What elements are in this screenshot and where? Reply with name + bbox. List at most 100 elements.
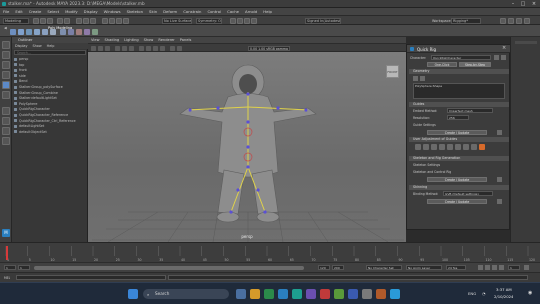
panels-menu[interactable]: Panels — [180, 38, 192, 42]
menu-control[interactable]: Control — [207, 9, 221, 14]
language-indicator[interactable]: ENG — [468, 291, 476, 296]
outliner-menu-display[interactable]: Display — [15, 43, 28, 49]
wifi-icon[interactable]: ◔ — [482, 291, 486, 296]
guides-delete-icon[interactable] — [497, 130, 502, 135]
poly-sphere-icon[interactable] — [10, 29, 16, 35]
save-scene-icon[interactable] — [47, 17, 53, 24]
current-frame-field[interactable]: 1 — [508, 265, 520, 270]
menu-deform[interactable]: Deform — [163, 9, 177, 14]
modeling-toolkit-icon[interactable] — [500, 17, 506, 24]
app-icon[interactable] — [376, 289, 386, 299]
hypershade-icon[interactable] — [251, 17, 257, 24]
menu-select[interactable]: Select — [47, 9, 59, 14]
close-icon[interactable]: × — [529, 1, 539, 7]
skinning-section[interactable]: Skinning — [409, 185, 509, 190]
poly-plane-icon[interactable] — [50, 29, 56, 35]
shelf-tab-curves[interactable]: ◀ — [4, 26, 7, 30]
delete-character-icon[interactable] — [501, 55, 506, 60]
outliner-layout-icon[interactable] — [2, 127, 10, 135]
menu-display[interactable]: Display — [84, 9, 98, 14]
select-object-icon[interactable] — [83, 17, 89, 24]
notifications-icon[interactable]: ◉ — [528, 290, 532, 296]
symmetry-dropdown[interactable]: Symmetry: Off — [196, 17, 222, 24]
ipr-render-icon[interactable] — [237, 17, 243, 24]
lighting-menu[interactable]: Lighting — [124, 38, 139, 42]
range-start-field[interactable]: 1 — [18, 265, 30, 270]
bevel-icon[interactable] — [92, 29, 98, 35]
grid-toggle-icon[interactable] — [115, 45, 120, 51]
poly-torus-icon[interactable] — [42, 29, 48, 35]
view-cube[interactable]: FRONT — [386, 65, 399, 78]
binding-method-dropdown[interactable]: GVB (Default settings) — [443, 191, 493, 196]
embed-method-dropdown[interactable]: Imperfect mesh — [447, 108, 493, 113]
skeleton-settings-toggle[interactable]: Skeleton Settings — [413, 163, 440, 167]
workspace-dropdown[interactable]: Rigging* — [451, 17, 481, 24]
align-guides-icon[interactable] — [463, 144, 469, 150]
menu-arnold[interactable]: Arnold — [245, 9, 257, 14]
channel-box-icon[interactable] — [524, 17, 530, 24]
menu-skeleton[interactable]: Skeleton — [127, 9, 143, 14]
start-frame-field[interactable]: 1 — [4, 265, 16, 270]
step-back-icon[interactable] — [485, 265, 490, 270]
render-icon[interactable] — [230, 17, 236, 24]
attribute-editor-icon[interactable] — [508, 17, 514, 24]
menu-file[interactable]: File — [3, 9, 9, 14]
show-menu[interactable]: Show — [144, 38, 154, 42]
open-scene-icon[interactable] — [40, 17, 46, 24]
single-view-icon[interactable] — [2, 107, 10, 115]
redo-icon[interactable] — [64, 17, 70, 24]
outliner-menu-help[interactable]: Help — [47, 43, 55, 49]
file-explorer-icon[interactable] — [250, 289, 260, 299]
add-character-icon[interactable] — [494, 55, 499, 60]
anim-end-field[interactable]: 200 — [332, 265, 344, 270]
quick-rig-close-icon[interactable]: × — [502, 45, 506, 51]
mirror-left-icon[interactable] — [415, 144, 421, 150]
lights-icon[interactable] — [160, 45, 165, 51]
3d-viewport[interactable]: FRONT persp — [88, 52, 406, 242]
move-tool-icon[interactable] — [2, 71, 10, 79]
xray-icon[interactable] — [170, 45, 175, 51]
task-view-icon[interactable] — [236, 289, 246, 299]
character-set-dropdown[interactable]: No Character Set — [366, 265, 402, 270]
menu-windows[interactable]: Windows — [104, 9, 121, 14]
menu-create[interactable]: Create — [29, 9, 42, 14]
add-geometry-icon[interactable] — [413, 76, 418, 81]
minimize-icon[interactable]: – — [508, 1, 518, 7]
menu-constrain[interactable]: Constrain — [183, 9, 201, 14]
guides-create-update-button[interactable]: Create / Update — [427, 130, 487, 135]
new-scene-icon[interactable] — [33, 17, 39, 24]
select-hierarchy-icon[interactable] — [76, 17, 82, 24]
select-component-icon[interactable] — [90, 17, 96, 24]
guides-section[interactable]: Guides — [409, 102, 509, 107]
play-back-icon[interactable] — [478, 265, 483, 270]
extrude-icon[interactable] — [76, 29, 82, 35]
poly-cube-icon[interactable] — [18, 29, 24, 35]
edge-icon[interactable] — [278, 289, 288, 299]
menu-edit[interactable]: Edit — [15, 9, 22, 14]
render-settings-icon[interactable] — [244, 17, 250, 24]
camera-select-icon[interactable] — [91, 45, 96, 51]
clock-date[interactable]: 2/10/2024 — [494, 294, 513, 299]
view-menu[interactable]: View — [91, 38, 100, 42]
resolution-gate-icon[interactable] — [129, 45, 134, 51]
menu-skin[interactable]: Skin — [149, 9, 157, 14]
snap-point-icon[interactable] — [116, 17, 122, 24]
tool-settings-icon[interactable] — [516, 17, 522, 24]
undo-icon[interactable] — [57, 17, 63, 24]
range-end-field[interactable]: 120 — [318, 265, 330, 270]
outliner-item[interactable]: defaultObjectSet — [14, 130, 86, 136]
poly-cylinder-icon[interactable] — [26, 29, 32, 35]
renderer-menu[interactable]: Renderer — [158, 38, 174, 42]
film-gate-icon[interactable] — [122, 45, 127, 51]
clock-time[interactable]: 3:37 AM — [496, 287, 512, 292]
step-by-step-tab[interactable]: Step-by-Step — [459, 62, 491, 67]
play-forward-icon[interactable] — [492, 265, 497, 270]
mel-input[interactable] — [16, 275, 166, 280]
outliner-search-input[interactable]: Search... — [14, 50, 86, 55]
menuset-dropdown[interactable]: Modeling — [3, 17, 29, 24]
menu-help[interactable]: Help — [263, 9, 272, 14]
rotate-tool-icon[interactable] — [2, 81, 10, 89]
user-field[interactable]: Signed In(Autodesk) — [305, 17, 341, 24]
menu-cache[interactable]: Cache — [227, 9, 239, 14]
geometry-list[interactable]: PolySphere:Shape — [413, 83, 505, 99]
